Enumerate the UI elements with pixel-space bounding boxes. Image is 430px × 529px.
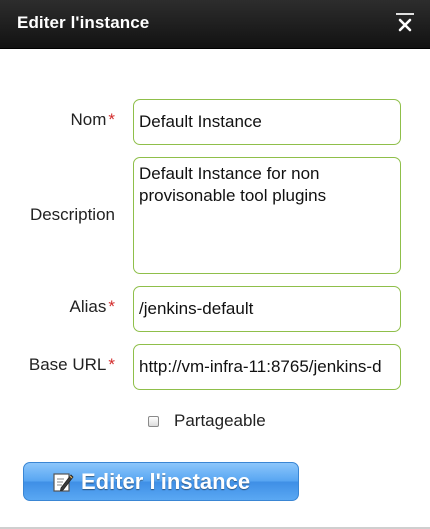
close-icon [398,18,412,32]
alias-label-text: Alias [69,297,107,316]
alias-required-marker: * [108,297,115,316]
alias-label: Alias * [70,297,115,317]
name-label-text: Nom [70,110,107,129]
name-input[interactable] [133,99,401,145]
base-url-required-marker: * [108,355,115,374]
edit-icon [53,473,74,492]
description-textarea[interactable]: Default Instance for non provisonable to… [133,157,401,274]
alias-input[interactable] [133,286,401,332]
edit-instance-button-label: Editer l'instance [81,469,251,494]
shareable-row: Partageable [148,410,266,432]
shareable-checkbox[interactable] [148,415,159,427]
name-required-marker: * [108,110,115,129]
description-label: Description [29,205,115,224]
dialog-titlebar: Editer l'instance [0,0,430,49]
close-button[interactable] [396,13,414,33]
base-url-input[interactable] [133,344,401,390]
base-url-label-text: Base URL [28,355,107,374]
name-label: Nom * [70,110,115,130]
close-bar [396,13,414,15]
shareable-label: Partageable [174,411,266,430]
base-url-label: Base URL * [29,355,115,375]
edit-instance-button[interactable]: Editer l'instance [23,462,299,501]
edit-instance-dialog: Editer l'instance Nom* Description Defau… [0,0,430,529]
dialog-title: Editer l'instance [17,13,150,32]
